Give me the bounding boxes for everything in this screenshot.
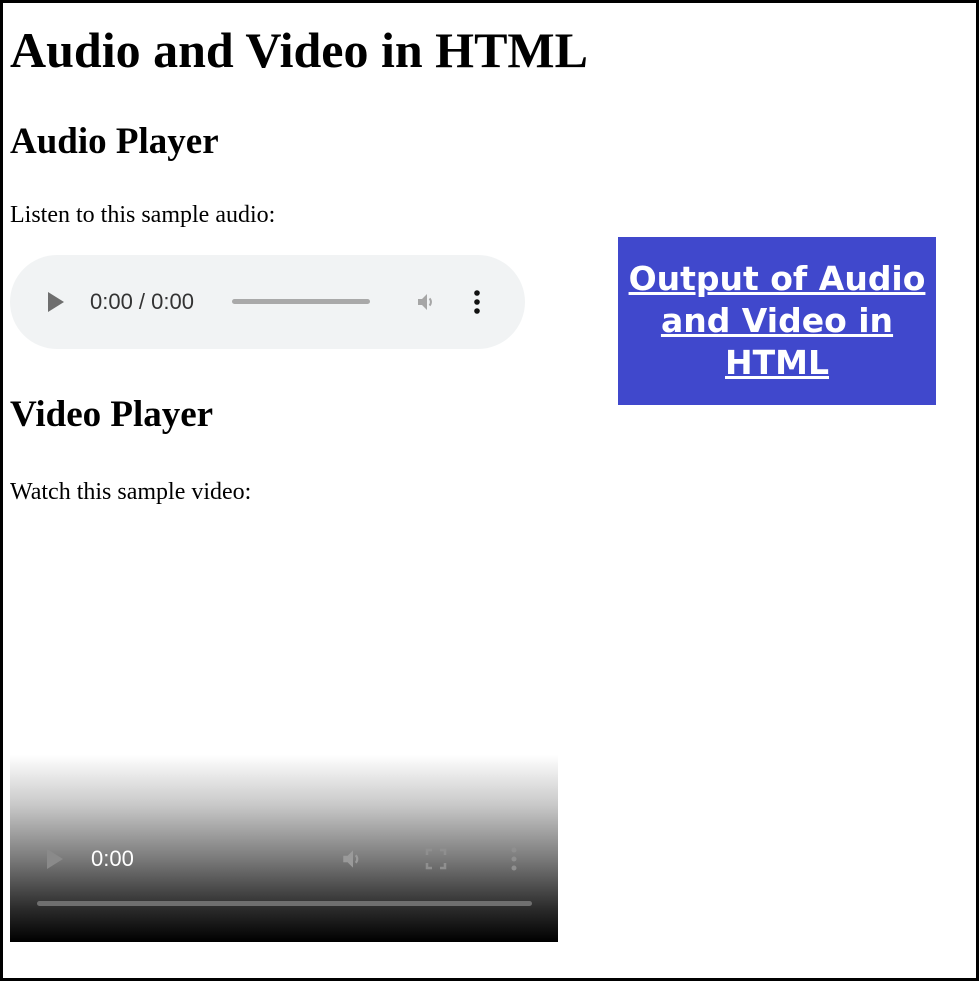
fullscreen-icon[interactable] [425, 848, 447, 875]
volume-icon[interactable] [340, 846, 366, 877]
video-time-display: 0:00 [91, 846, 134, 871]
audio-section-heading: Audio Player [10, 121, 219, 162]
audio-description: Listen to this sample audio: [10, 202, 276, 228]
more-options-icon[interactable] [473, 289, 481, 320]
page-title: Audio and Video in HTML [10, 22, 588, 78]
more-options-icon[interactable] [510, 846, 518, 877]
volume-icon[interactable] [415, 290, 439, 319]
play-icon[interactable] [47, 849, 63, 869]
output-banner: Output of Audio and Video in HTML [618, 237, 936, 405]
video-player[interactable]: 0:00 [10, 526, 558, 942]
audio-time-display: 0:00 / 0:00 [90, 289, 194, 314]
banner-text: Output of Audio and Video in HTML [628, 259, 926, 382]
video-seek-bar[interactable] [37, 901, 532, 906]
video-description: Watch this sample video: [10, 479, 252, 505]
audio-player[interactable]: 0:00 / 0:00 [10, 255, 525, 349]
play-icon[interactable] [48, 292, 64, 312]
audio-seek-bar[interactable] [232, 299, 370, 304]
video-section-heading: Video Player [10, 394, 214, 435]
